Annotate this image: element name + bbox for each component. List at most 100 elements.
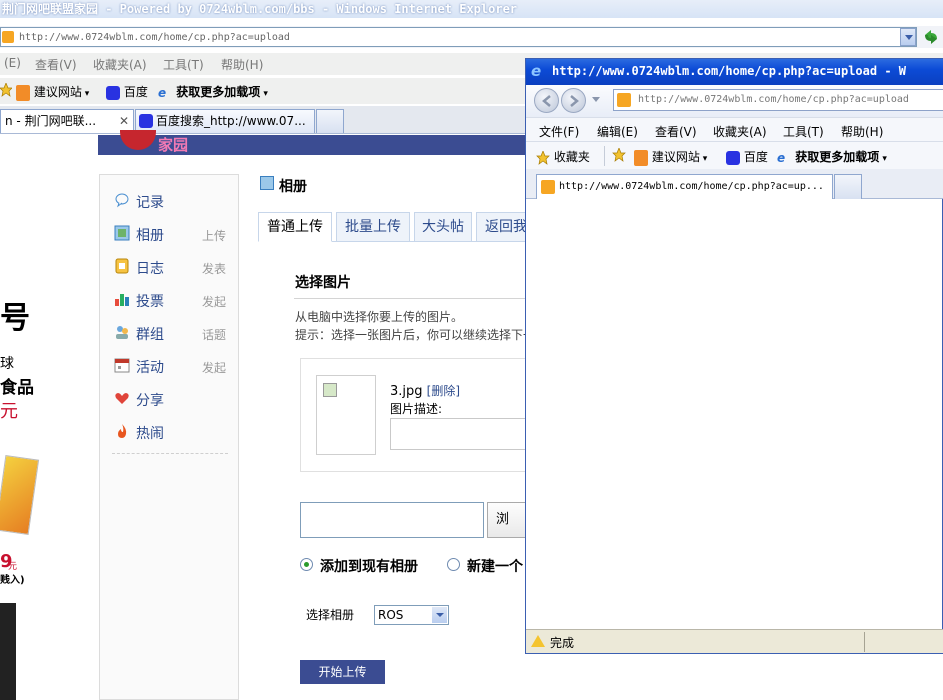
suggested-sites-icon (634, 149, 648, 166)
sidebar-item-label: 热闹 (136, 426, 164, 442)
page-icon (541, 180, 555, 194)
ie-icon: e (531, 62, 542, 80)
radio-new-label: 新建一个 (467, 559, 523, 575)
new-tab-button[interactable] (316, 109, 344, 133)
left-sidebar: 记录 相册 上传 日志 发表 投票 发起 群组 话题 活动 发起 分享 热闹 (99, 174, 239, 700)
sidebar-item-records[interactable]: 记录 (114, 190, 226, 212)
popup-favorites-bar: 收藏夹 建议网站 百度 e 获取更多加载项 (526, 141, 943, 169)
toolbar-separator (604, 146, 605, 166)
baidu-label: 百度 (743, 150, 768, 164)
sidebar-item-label: 投票 (136, 294, 164, 310)
radio-new-album[interactable] (447, 558, 460, 571)
status-separator (864, 632, 865, 652)
tab-home[interactable]: n - 荆门网吧联... ✕ (0, 109, 134, 133)
sidebar-item-album[interactable]: 相册 上传 (114, 223, 226, 245)
back-arrow-icon (542, 95, 551, 107)
chevron-down-icon (432, 607, 447, 623)
description-label: 图片描述: (390, 402, 443, 416)
popup-title-bar[interactable]: e http://www.0724wblm.com/home/cp.php?ac… (526, 59, 943, 85)
hearts-icon (114, 390, 130, 406)
sidebar-item-hot[interactable]: 热闹 (114, 421, 226, 443)
favorites-button[interactable]: 收藏夹 (536, 148, 590, 165)
status-text: 完成 (550, 636, 575, 650)
sidebar-start-event-link[interactable]: 发起 (202, 359, 226, 376)
history-dropdown-icon[interactable] (592, 97, 600, 102)
sidebar-item-share[interactable]: 分享 (114, 388, 226, 410)
suggested-sites-link[interactable]: 建议网站 (634, 148, 707, 166)
popup-tab-label: http://www.0724wblm.com/home/cp.php?ac=u… (559, 181, 824, 192)
popup-menubar: 文件(F) 编辑(E) 查看(V) 收藏夹(A) 工具(T) 帮助(H) (526, 117, 943, 141)
page-icon (617, 93, 631, 107)
star-icon (536, 149, 550, 165)
sidebar-post-link[interactable]: 发表 (202, 260, 226, 277)
menu-edit[interactable]: 编辑(E) (597, 123, 638, 140)
new-tab-button[interactable] (834, 174, 862, 199)
menu-favorites[interactable]: 收藏夹(A) (93, 56, 147, 73)
file-name: 3.jpg [删除] (390, 382, 460, 399)
upload-tip: 提示：选择一张图片后，你可以继续选择下一 (295, 328, 536, 342)
baidu-paw-icon (139, 114, 153, 128)
tab-normal-upload[interactable]: 普通上传 (258, 212, 332, 242)
popup-content-area[interactable] (526, 200, 942, 629)
tab-batch-upload[interactable]: 批量上传 (336, 212, 410, 242)
back-button[interactable] (534, 88, 559, 113)
sidebar-item-blog[interactable]: 日志 发表 (114, 256, 226, 278)
menu-tools[interactable]: 工具(T) (783, 123, 824, 140)
file-path-input[interactable] (300, 502, 484, 538)
select-album-label: 选择相册 (306, 608, 355, 622)
tab-home-label: n - 荆门网吧联... (5, 114, 97, 128)
back-address-bar[interactable]: http://www.0724wblm.com/home/cp.php?ac=u… (0, 27, 917, 47)
tab-baidu[interactable]: 百度搜索_http://www.07... (135, 109, 315, 133)
close-tab-icon[interactable]: ✕ (119, 110, 129, 132)
menu-view[interactable]: 查看(V) (655, 123, 697, 140)
baidu-link[interactable]: 百度 (726, 148, 768, 165)
album-select-value: ROS (378, 608, 404, 622)
flame-icon (114, 423, 130, 439)
back-address-text: http://www.0724wblm.com/home/cp.php?ac=u… (19, 32, 290, 43)
album-select[interactable]: ROS (374, 605, 449, 625)
description-input[interactable] (390, 418, 530, 450)
sidebar-item-group[interactable]: 群组 话题 (114, 322, 226, 344)
ad-dark-image (0, 603, 16, 700)
popup-browser-window: e http://www.0724wblm.com/home/cp.php?ac… (525, 58, 943, 654)
add-favorite-icon[interactable] (612, 147, 626, 165)
group-people-icon (114, 324, 130, 340)
sidebar-upload-link[interactable]: 上传 (202, 227, 226, 244)
menu-help[interactable]: 帮助(H) (841, 123, 883, 140)
add-favorite-icon[interactable] (0, 82, 13, 100)
left-advertisement[interactable]: 号 球 食品 元 9 元 贱入) (0, 135, 98, 700)
menu-view[interactable]: 查看(V) (35, 56, 77, 73)
sidebar-start-poll-link[interactable]: 发起 (202, 293, 226, 310)
menu-file[interactable]: 文件(F) (539, 123, 579, 140)
popup-tab[interactable]: http://www.0724wblm.com/home/cp.php?ac=u… (536, 174, 833, 199)
suggested-sites-icon (16, 84, 30, 101)
image-placeholder-icon (323, 383, 337, 397)
address-dropdown-button[interactable] (900, 28, 916, 46)
get-addons-link[interactable]: e 获取更多加载项 (777, 148, 887, 165)
menu-tools[interactable]: 工具(T) (163, 56, 204, 73)
menu-favorites[interactable]: 收藏夹(A) (713, 123, 767, 140)
baidu-link[interactable]: 百度 (106, 83, 148, 100)
menu-edit[interactable]: (E) (4, 56, 21, 70)
tab-return[interactable]: 返回我 (476, 212, 528, 242)
sidebar-item-poll[interactable]: 投票 发起 (114, 289, 226, 311)
favorites-label: 收藏夹 (553, 150, 590, 164)
radio-existing-label: 添加到现有相册 (320, 559, 418, 575)
warning-icon (531, 635, 545, 647)
baidu-paw-icon (726, 150, 740, 165)
forward-button[interactable] (561, 88, 586, 113)
back-window-title: 荆门网吧联盟家园 - Powered by 0724wblm.com/bbs -… (0, 0, 943, 18)
ad-note: 贱入) (0, 575, 25, 586)
popup-address-bar[interactable]: http://www.0724wblm.com/home/cp.php?ac=u… (613, 89, 943, 111)
tab-avatar-post[interactable]: 大头帖 (414, 212, 472, 242)
suggested-sites-link[interactable]: 建议网站 (16, 83, 89, 101)
start-upload-button[interactable]: 开始上传 (300, 660, 385, 684)
refresh-icon[interactable] (921, 27, 941, 47)
get-addons-link[interactable]: e 获取更多加载项 (158, 83, 268, 100)
sidebar-topic-link[interactable]: 话题 (202, 326, 226, 343)
sidebar-item-event[interactable]: 活动 发起 (114, 355, 226, 377)
delete-link[interactable]: [删除] (427, 384, 460, 398)
menu-help[interactable]: 帮助(H) (221, 56, 263, 73)
sidebar-item-label: 相册 (136, 228, 164, 244)
radio-existing-album[interactable] (300, 558, 313, 571)
